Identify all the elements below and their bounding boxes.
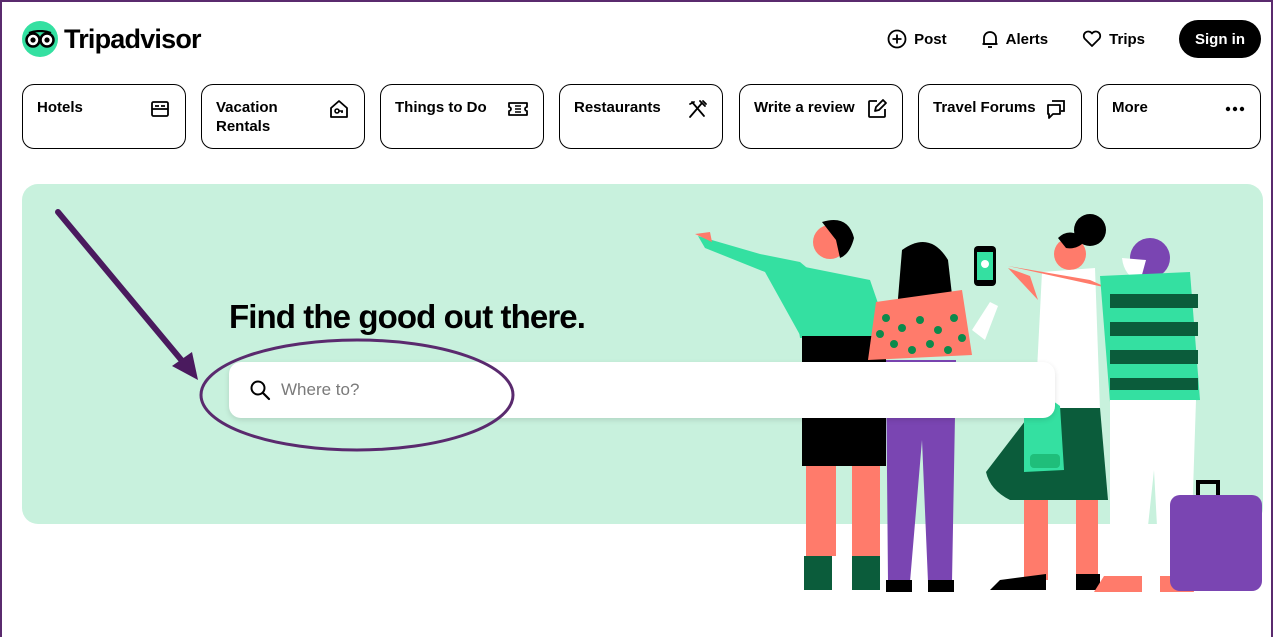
category-label: Write a review — [754, 99, 855, 116]
trips-button[interactable]: Trips — [1082, 30, 1145, 48]
category-label: Things to Do — [395, 99, 487, 116]
hero-headline: Find the good out there. — [229, 298, 586, 335]
category-more[interactable]: More — [1097, 84, 1261, 149]
category-label: Hotels — [37, 99, 83, 116]
category-label: Travel Forums — [933, 99, 1036, 116]
trips-label: Trips — [1109, 30, 1145, 48]
post-button[interactable]: Post — [887, 29, 947, 49]
category-label: More — [1112, 99, 1148, 116]
post-label: Post — [914, 30, 947, 48]
heart-icon — [1083, 30, 1102, 47]
fork-knife-icon — [689, 100, 707, 118]
category-label: Vacation Rentals — [216, 99, 278, 135]
search-icon — [250, 380, 271, 401]
more-dots-icon — [1225, 106, 1245, 112]
search-bar[interactable] — [229, 362, 1055, 418]
alerts-label: Alerts — [1005, 30, 1049, 48]
category-label: Restaurants — [574, 99, 661, 116]
bed-icon — [151, 101, 169, 117]
ticket-icon — [508, 102, 528, 116]
category-restaurants[interactable]: Restaurants — [559, 84, 723, 149]
category-things-to-do[interactable]: Things to Do — [380, 84, 544, 149]
plus-circle-icon — [887, 29, 907, 49]
category-write-a-review[interactable]: Write a review — [739, 84, 903, 149]
search-input[interactable] — [281, 380, 981, 400]
bell-icon — [982, 31, 998, 48]
travelers-illustration — [695, 214, 1262, 592]
house-key-icon — [330, 100, 348, 118]
category-hotels[interactable]: Hotels — [22, 84, 186, 149]
owl-icon — [22, 21, 58, 57]
tripadvisor-logo[interactable]: Tripadvisor — [22, 21, 202, 57]
chat-bubble-icon — [1047, 100, 1065, 119]
category-travel-forums[interactable]: Travel Forums — [918, 84, 1082, 149]
alerts-button[interactable]: Alerts — [981, 29, 1049, 49]
edit-icon — [868, 99, 887, 118]
category-vacation-rentals[interactable]: Vacation Rentals — [201, 84, 365, 149]
top-nav: Post Alerts Trips Sign in — [887, 20, 1261, 58]
brand-name: Tripadvisor — [64, 23, 202, 54]
sign-in-button[interactable]: Sign in — [1179, 20, 1261, 58]
header: Tripadvisor Post Alerts Trips Sign in — [0, 0, 1273, 80]
